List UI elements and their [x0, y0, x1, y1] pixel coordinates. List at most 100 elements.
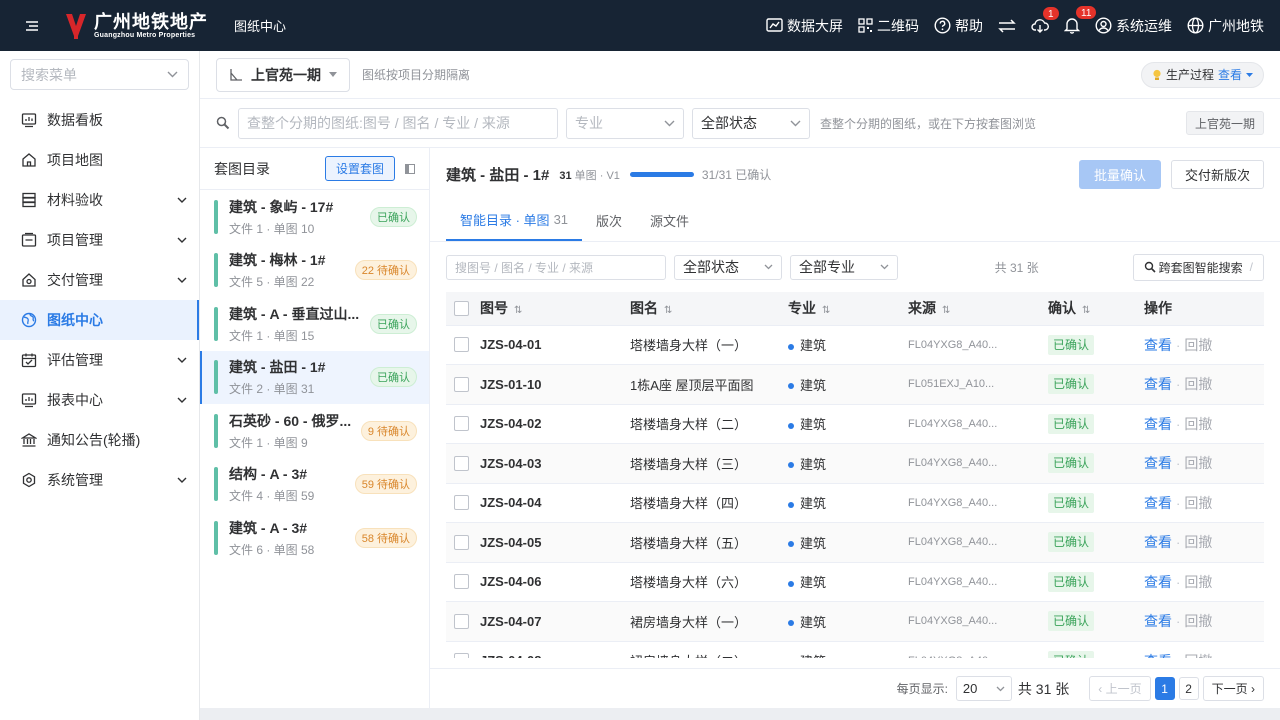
data-screen-button[interactable]: 数据大屏 — [766, 16, 843, 36]
table-row[interactable]: JZS-04-08裙房墙身大样（二） 建筑 FL04YXG8_A40...已确认 查看… — [446, 641, 1264, 658]
sheet-discipline-select[interactable]: 全部专业 — [790, 254, 898, 280]
table-row[interactable]: JZS-04-06 塔楼墙身大样（六） 建筑 FL04YXG8_A40... 已确认 查看… — [446, 562, 1264, 602]
qrcode-button[interactable]: 二维码 — [858, 16, 919, 36]
tab-versions[interactable]: 版次 — [582, 200, 636, 241]
row-checkbox[interactable] — [454, 455, 469, 471]
new-version-button[interactable]: 交付新版次 — [1170, 160, 1264, 189]
row-checkbox[interactable] — [454, 534, 469, 550]
sort-icon[interactable]: ⇅ — [822, 305, 830, 316]
view-link[interactable]: 查看 — [1144, 495, 1172, 511]
view-link[interactable]: 查看 — [1144, 574, 1172, 590]
revoke-link[interactable]: 回撤 — [1184, 653, 1212, 658]
revoke-link[interactable]: 回撤 — [1184, 495, 1212, 511]
sidebar-item-delivery-management[interactable]: 交付管理 — [0, 260, 199, 300]
tab-source-files[interactable]: 源文件 — [636, 200, 703, 241]
bottom-scrollbar-track[interactable] — [200, 708, 1280, 720]
revoke-link[interactable]: 回撤 — [1184, 416, 1212, 432]
sheet-status-select[interactable]: 全部状态 — [674, 254, 782, 280]
collapse-panel-icon[interactable] — [405, 163, 415, 174]
row-checkbox[interactable] — [454, 376, 469, 392]
table-row[interactable]: JZS-04-05 塔楼墙身大样（五） 建筑 FL04YXG8_A40... 已确认 查看… — [446, 522, 1264, 563]
help-button[interactable]: 帮助 — [934, 16, 983, 36]
sort-icon[interactable]: ⇅ — [1082, 305, 1090, 316]
view-link[interactable]: 查看 — [1144, 534, 1172, 550]
menu-toggle-icon[interactable] — [0, 20, 64, 31]
status-badge: 已确认 — [370, 313, 417, 334]
revoke-link[interactable]: 回撤 — [1184, 455, 1212, 471]
sort-icon[interactable]: ⇅ — [942, 305, 950, 316]
tab-smart-catalog[interactable]: 智能目录 · 单图 31 — [446, 200, 583, 241]
sidebar-item-material-acceptance[interactable]: 材料验收 — [0, 180, 199, 220]
notification-button[interactable]: 11 — [1064, 5, 1098, 34]
table-row[interactable]: JZS-01-10 1栋A座 屋顶层平面图 建筑 FL051EXJ_A10... 已确认… — [446, 364, 1264, 405]
project-selector[interactable]: 上官苑一期 — [216, 57, 350, 92]
row-checkbox[interactable] — [454, 495, 469, 511]
column-header-name[interactable]: 图名 ⇅ — [630, 292, 788, 326]
production-process-pill[interactable]: 生产过程 查看 — [1140, 61, 1264, 88]
page-button-1[interactable]: 1 — [1154, 677, 1175, 700]
column-header-discipline[interactable]: 专业 ⇅ — [788, 292, 908, 326]
view-link[interactable]: 查看 — [1144, 455, 1172, 471]
discipline-select[interactable]: 专业 — [566, 107, 684, 139]
sidebar-item-report-center[interactable]: 报表中心 — [0, 380, 199, 420]
row-checkbox[interactable] — [454, 613, 469, 629]
menu-search-input[interactable]: 搜索菜单 — [10, 59, 189, 90]
select-all-checkbox[interactable] — [454, 300, 469, 316]
sidebar-item-dashboard[interactable]: 数据看板 — [0, 100, 199, 140]
revoke-link[interactable]: 回撤 — [1184, 613, 1212, 629]
revoke-link[interactable]: 回撤 — [1184, 574, 1212, 590]
table-row[interactable]: JZS-04-07 裙房墙身大样（一） 建筑 FL04YXG8_A40... 已确认 查看… — [446, 601, 1264, 642]
view-link[interactable]: 查看 — [1144, 416, 1172, 432]
user-menu[interactable]: 系统运维 — [1095, 16, 1172, 36]
set-item[interactable]: 石英砂 - 60 - 俄罗... 文件 1 · 单图 9 9 待确认 — [200, 404, 429, 458]
sidebar-item-drawing-center[interactable]: 图纸中心 — [0, 300, 199, 340]
drawing-search-input[interactable]: 查整个分期的图纸:图号 / 图名 / 专业 / 来源 — [238, 107, 558, 139]
view-link[interactable]: 查看 — [1144, 613, 1172, 629]
sort-icon[interactable]: ⇅ — [514, 305, 522, 316]
view-link[interactable]: 查看 — [1144, 653, 1172, 658]
column-header-code[interactable]: 图号 ⇅ — [480, 292, 630, 326]
process-view-link[interactable]: 查看 — [1218, 66, 1242, 83]
page-button-2[interactable]: 2 — [1178, 677, 1199, 700]
sheet-search-input[interactable]: 搜图号 / 图名 / 专业 / 来源 — [446, 254, 666, 280]
row-checkbox[interactable] — [454, 337, 469, 353]
sidebar-item-system-management[interactable]: 系统管理 — [0, 460, 199, 500]
sort-icon[interactable]: ⇅ — [664, 305, 672, 316]
set-name: 建筑 - A - 3# — [229, 519, 308, 536]
view-link[interactable]: 查看 — [1144, 337, 1172, 353]
sidebar-item-project-management[interactable]: 项目管理 — [0, 220, 199, 260]
set-item[interactable]: 建筑 - 梅林 - 1# 文件 5 · 单图 22 22 待确认 — [200, 244, 429, 298]
set-item[interactable]: 建筑 - A - 垂直过山... 文件 1 · 单图 15 已确认 — [200, 297, 429, 351]
next-page-button[interactable]: 下一页 › — [1202, 676, 1264, 701]
configure-sets-button[interactable]: 设置套图 — [324, 156, 395, 181]
sidebar-item-announcements[interactable]: 通知公告(轮播) — [0, 420, 199, 460]
revoke-link[interactable]: 回撤 — [1184, 376, 1212, 392]
sidebar-item-project-map[interactable]: 项目地图 — [0, 140, 199, 180]
batch-confirm-button[interactable]: 批量确认 — [1078, 160, 1161, 189]
row-checkbox[interactable] — [454, 574, 469, 590]
table-row[interactable]: JZS-04-01 塔楼墙身大样（一） 建筑 FL04YXG8_A40... 已确认 查看… — [446, 325, 1264, 365]
cloud-download-button[interactable]: 1 — [1031, 5, 1060, 34]
table-row[interactable]: JZS-04-03 塔楼墙身大样（三） 建筑 FL04YXG8_A40... 已确认 查看… — [446, 443, 1264, 484]
row-checkbox[interactable] — [454, 653, 469, 658]
logo[interactable]: 广州地铁地产 Guangzhou Metro Properties — [64, 12, 208, 40]
prev-page-button[interactable]: ‹ 上一页 — [1089, 676, 1151, 701]
column-header-confirm[interactable]: 确认 ⇅ — [1048, 292, 1144, 326]
org-switcher[interactable]: 广州地铁 — [1187, 16, 1264, 36]
set-item[interactable]: 结构 - A - 3# 文件 4 · 单图 59 59 待确认 — [200, 458, 429, 512]
switch-button[interactable] — [998, 18, 1016, 33]
per-page-select[interactable]: 20 — [955, 676, 1012, 701]
row-checkbox[interactable] — [454, 416, 469, 432]
set-item[interactable]: 建筑 - 象屿 - 17# 文件 1 · 单图 10 已确认 — [200, 190, 429, 244]
view-link[interactable]: 查看 — [1144, 376, 1172, 392]
table-row[interactable]: JZS-04-04 塔楼墙身大样（四） 建筑 FL04YXG8_A40... 已确认 查看… — [446, 483, 1264, 523]
set-item-selected[interactable]: 建筑 - 盐田 - 1# 文件 2 · 单图 31 已确认 — [200, 350, 429, 404]
status-select[interactable]: 全部状态 — [692, 107, 810, 139]
table-row[interactable]: JZS-04-02 塔楼墙身大样（二） 建筑 FL04YXG8_A40... 已确认 查看… — [446, 404, 1264, 444]
column-header-source[interactable]: 来源 ⇅ — [908, 292, 1048, 326]
revoke-link[interactable]: 回撤 — [1184, 337, 1212, 353]
sidebar-item-evaluation-management[interactable]: 评估管理 — [0, 340, 199, 380]
set-item[interactable]: 建筑 - A - 3# 文件 6 · 单图 58 58 待确认 — [200, 511, 429, 565]
revoke-link[interactable]: 回撤 — [1184, 534, 1212, 550]
cross-set-search-button[interactable]: 跨套图智能搜索 / — [1132, 253, 1264, 281]
